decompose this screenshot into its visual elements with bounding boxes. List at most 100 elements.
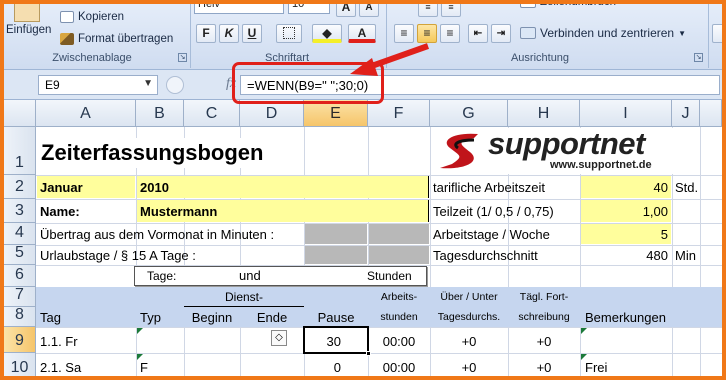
fill-handle[interactable] [366, 351, 371, 356]
header-duty: Dienst- [224, 290, 263, 304]
vacation-cell-e[interactable] [305, 246, 367, 264]
column-header-b[interactable]: B [136, 100, 184, 127]
row10-type[interactable]: F [137, 358, 151, 376]
row9-over-under[interactable]: +0 [430, 332, 508, 350]
wrap-text-button[interactable]: Zeilenumbruch [520, 0, 616, 8]
arrow-icon [350, 43, 430, 76]
column-header-k[interactable] [700, 100, 722, 127]
comment-marker-icon [137, 354, 143, 360]
month-cell[interactable]: Januar [37, 176, 135, 198]
column-header-g[interactable]: G [430, 100, 508, 127]
clipboard-launcher-icon[interactable]: ↘ [178, 53, 187, 62]
align-top-icon[interactable]: ≡ [418, 0, 438, 17]
column-header-i[interactable]: I [580, 100, 672, 127]
row-header-2[interactable]: 2 [4, 175, 36, 199]
logo-url: www.supportnet.de [550, 159, 652, 171]
logo-swoosh-icon [440, 133, 478, 169]
row-header-3[interactable]: 3 [4, 199, 36, 223]
header-work-hours: Arbeits- [380, 291, 418, 303]
year-cell[interactable]: 2010 [137, 176, 429, 198]
italic-button[interactable]: K [219, 24, 239, 43]
row-header-9[interactable]: 9 [4, 327, 36, 353]
row10-break[interactable]: 0 [304, 358, 344, 376]
copy-button[interactable]: Kopieren [60, 11, 124, 23]
selected-cell-e9[interactable] [303, 326, 369, 354]
contract-hours-label: tarifliche Arbeitszeit [433, 179, 545, 195]
column-header-a[interactable]: A [36, 100, 136, 127]
select-all-corner[interactable] [4, 100, 36, 127]
workdays-cell[interactable]: 5 [581, 224, 671, 244]
vacation-cell-f[interactable] [369, 246, 429, 264]
name-cell[interactable]: Mustermann [137, 200, 429, 222]
contract-hours-unit: Std. [675, 179, 699, 195]
row10-daily-cont[interactable]: +0 [508, 358, 580, 376]
header-daily-cont: Tägl. Fort- [519, 291, 569, 303]
align-middle-icon[interactable]: ≡ [441, 0, 461, 17]
format-painter-button[interactable]: Format übertragen [60, 33, 173, 45]
warning-icon[interactable]: ◇ [271, 330, 287, 346]
row-header-5[interactable]: 5 [4, 244, 36, 265]
header-end: Ende [256, 309, 288, 325]
contract-hours-cell[interactable]: 40 [581, 176, 671, 198]
row10-day[interactable]: 2.1. Sa [37, 358, 84, 376]
clipboard-group-label: Zwischenablage [52, 52, 132, 64]
column-header-h[interactable]: H [508, 100, 580, 127]
workdays-label: Arbeitstage / Woche [433, 226, 550, 242]
alignment-launcher-icon[interactable]: ↘ [694, 53, 703, 62]
increase-indent-icon[interactable]: ⇥ [491, 24, 511, 43]
separator [190, 0, 191, 68]
row9-day[interactable]: 1.1. Fr [37, 332, 81, 350]
paste-icon[interactable] [14, 0, 40, 22]
row-header-10[interactable]: 10 [4, 353, 36, 380]
bold-button[interactable]: F [196, 24, 216, 43]
header-start: Beginn [191, 309, 233, 325]
column-header-c[interactable]: C [184, 100, 240, 127]
borders-icon[interactable] [276, 24, 302, 43]
row-header-1[interactable]: 1 [4, 127, 36, 175]
row-header-4[interactable]: 4 [4, 223, 36, 245]
number-format-icon[interactable] [712, 24, 726, 43]
shrink-font-button[interactable]: A [359, 0, 379, 17]
column-header-d[interactable]: D [240, 100, 304, 127]
paste-label: Einfügen [6, 24, 52, 36]
row10-over-under[interactable]: +0 [430, 358, 508, 376]
name-box[interactable]: E9 ▼ [38, 75, 158, 95]
daily-avg-label: Tagesdurchschnitt [433, 247, 538, 263]
carryover-cell-f[interactable] [369, 224, 429, 244]
header-day: Tag [40, 309, 61, 325]
gridline [184, 306, 304, 307]
decrease-indent-icon[interactable]: ⇤ [468, 24, 488, 43]
chevron-down-icon[interactable]: ▼ [143, 78, 153, 89]
row10-work-hours[interactable]: 00:00 [368, 358, 430, 376]
row9-work-hours[interactable]: 00:00 [368, 332, 430, 350]
font-name-input[interactable]: Helv [194, 0, 284, 14]
row-header-6[interactable]: 6 [4, 265, 36, 287]
chevron-down-icon: ▼ [678, 28, 687, 38]
column-header-e[interactable]: E [304, 100, 368, 127]
daily-avg-cell[interactable]: 480 [581, 246, 671, 264]
days-box: Tage: und Stunden [134, 266, 427, 286]
header-work-hours-2: stunden [380, 311, 418, 323]
row-header-8[interactable]: 8 [4, 306, 36, 327]
wrap-text-label: Zeilenumbruch [540, 0, 617, 8]
paste-button[interactable]: Einfügen [6, 24, 51, 36]
grow-font-button[interactable]: A [336, 0, 356, 17]
part-time-cell[interactable]: 1,00 [581, 200, 671, 222]
cancel-icon[interactable] [166, 76, 184, 94]
column-header-f[interactable]: F [368, 100, 430, 127]
carryover-cell-e[interactable] [305, 224, 367, 244]
name-label: Name: [40, 203, 80, 219]
align-right-icon[interactable]: ≡ [440, 24, 460, 43]
row-header-7[interactable]: 7 [4, 286, 36, 307]
column-header-j[interactable]: J [672, 100, 700, 127]
merge-center-button[interactable]: Verbinden und zentrieren ▼ [520, 26, 686, 40]
logo-text: supportnet [488, 126, 645, 161]
vacation-label: Urlaubstage / § 15 A Tage : [40, 247, 196, 263]
days-label: Tage: [147, 269, 177, 283]
header-over-under-2: Tagesdurchs. [437, 311, 501, 323]
fill-color-icon[interactable]: ◆ [312, 24, 342, 43]
row10-remarks[interactable]: Frei [582, 358, 610, 376]
underline-button[interactable]: U [242, 24, 262, 43]
row9-daily-cont[interactable]: +0 [508, 332, 580, 350]
font-size-input[interactable]: 10 [288, 0, 330, 14]
